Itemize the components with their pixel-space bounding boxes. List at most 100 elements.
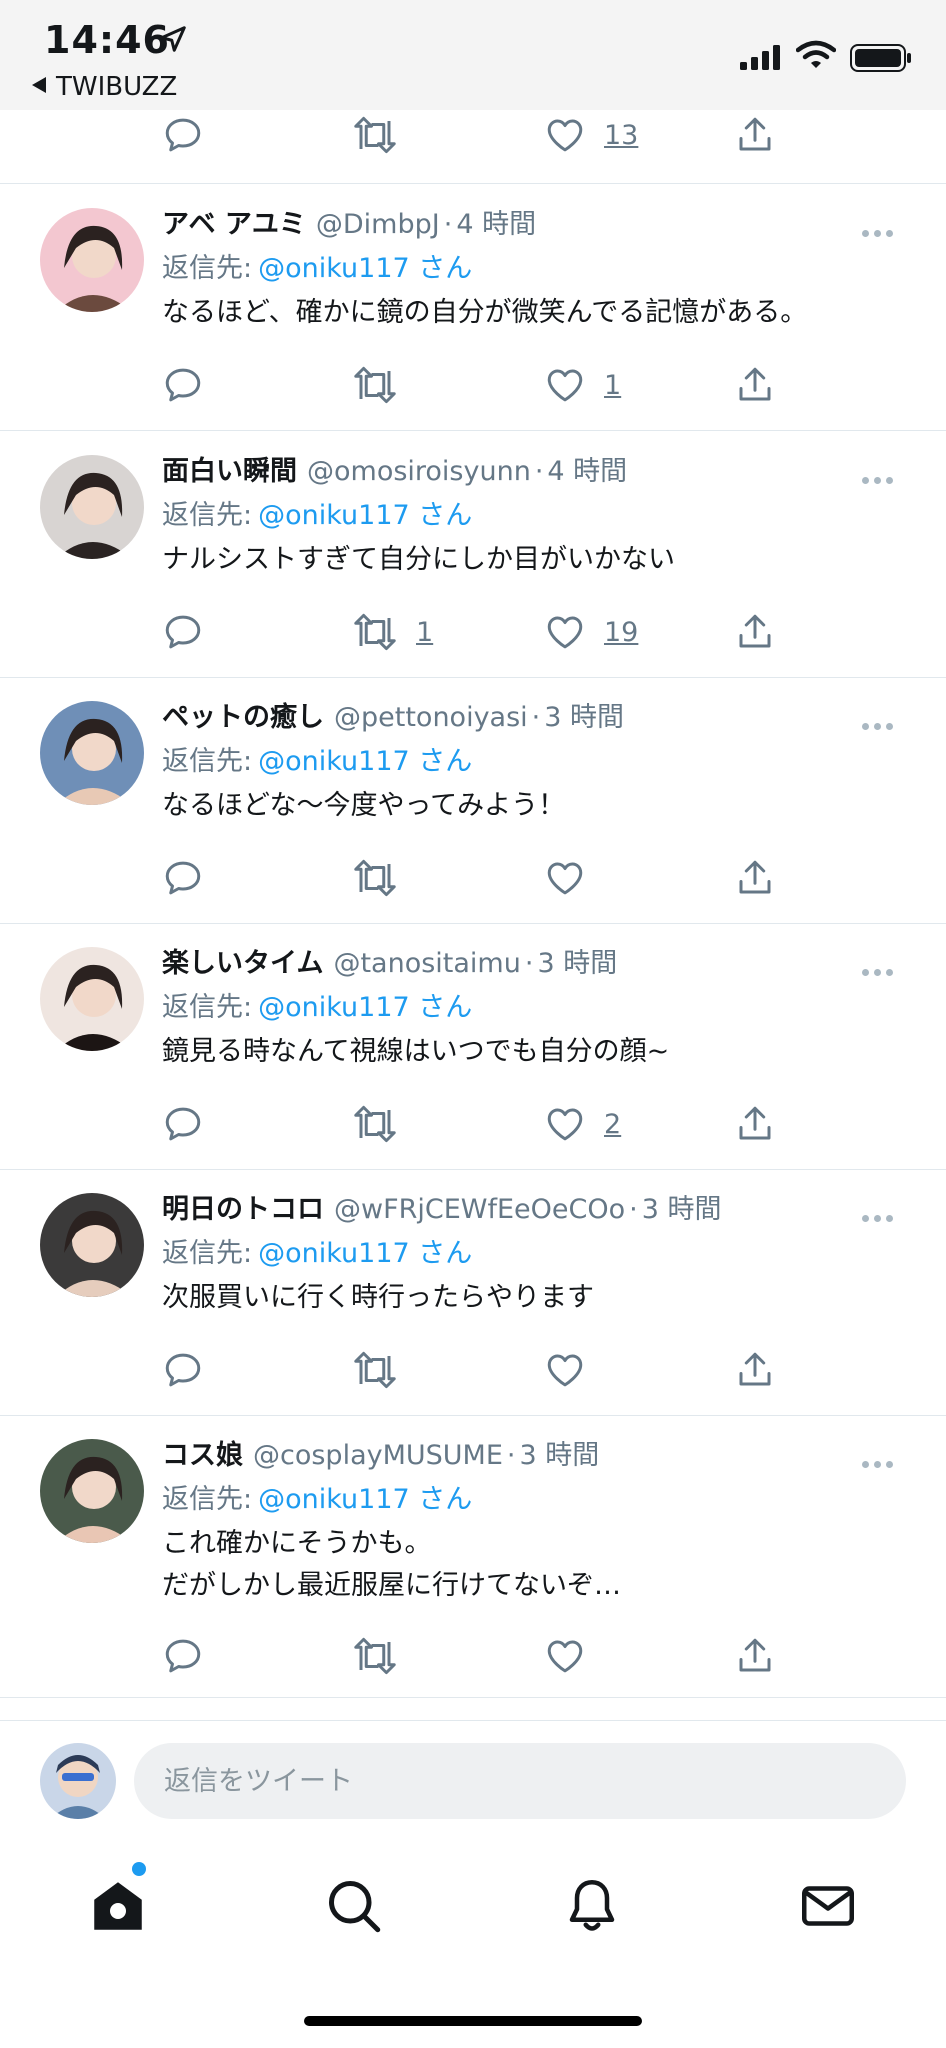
tweet-actions: 2 bbox=[160, 1101, 800, 1151]
like-count[interactable]: 13 bbox=[604, 120, 638, 151]
like-button[interactable]: 19 bbox=[544, 609, 638, 655]
user-handle[interactable]: @cosplayMUSUME bbox=[253, 1440, 503, 1471]
share-button[interactable] bbox=[734, 1347, 776, 1393]
tab-search[interactable] bbox=[324, 1876, 384, 1936]
reply-icon bbox=[165, 1639, 201, 1673]
home-indicator[interactable] bbox=[304, 2016, 642, 2026]
retweet-button[interactable] bbox=[352, 1101, 416, 1147]
reply-button[interactable] bbox=[162, 1101, 204, 1147]
reply-to-mention[interactable]: @oniku117 さん bbox=[258, 992, 472, 1023]
reply-button[interactable] bbox=[162, 855, 204, 901]
reply-button[interactable] bbox=[162, 112, 204, 158]
heart-icon bbox=[547, 862, 583, 895]
retweet-button[interactable] bbox=[352, 1633, 416, 1679]
reply-icon bbox=[165, 368, 201, 402]
share-button[interactable] bbox=[734, 1633, 776, 1679]
reply-to-line: 返信先: @oniku117 さん bbox=[162, 1477, 472, 1516]
back-app-label: TWIBUZZ bbox=[56, 72, 178, 102]
retweet-button[interactable] bbox=[352, 855, 416, 901]
more-options-icon[interactable] bbox=[862, 469, 902, 484]
reply-to-label: 返信先: bbox=[162, 500, 253, 531]
reply-to-mention[interactable]: @oniku117 さん bbox=[258, 253, 472, 284]
back-to-app-button[interactable]: TWIBUZZ bbox=[32, 72, 177, 102]
like-button[interactable]: 1 bbox=[544, 362, 621, 408]
tweet-text: なるほど、確かに鏡の自分が微笑んでる記憶がある。 bbox=[162, 297, 808, 328]
tweet[interactable]: コス娘 @cosplayMUSUME · 3 時間 返信先: @oniku117 さん … bbox=[0, 1415, 946, 1698]
retweet-count[interactable]: 1 bbox=[416, 617, 433, 648]
reply-to-line: 返信先: @oniku117 さん bbox=[162, 985, 472, 1024]
like-button[interactable] bbox=[544, 1347, 604, 1393]
reply-to-line: 返信先: @oniku117 さん bbox=[162, 246, 472, 285]
tweet[interactable]: 面白い瞬間 @omosiroisyunn · 4 時間 返信先: @oniku117 さ… bbox=[0, 431, 946, 678]
avatar[interactable] bbox=[40, 455, 144, 559]
retweet-button[interactable] bbox=[352, 362, 416, 408]
reply-to-mention[interactable]: @oniku117 さん bbox=[258, 1238, 472, 1269]
avatar[interactable] bbox=[40, 1439, 144, 1543]
reply-icon bbox=[165, 1107, 201, 1141]
user-handle[interactable]: @DimbpJ bbox=[316, 209, 440, 240]
reply-to-mention[interactable]: @oniku117 さん bbox=[258, 500, 472, 531]
retweet-button[interactable] bbox=[352, 1347, 416, 1393]
avatar[interactable] bbox=[40, 1193, 144, 1297]
reply-button[interactable] bbox=[162, 1347, 204, 1393]
more-options-icon[interactable] bbox=[862, 222, 902, 237]
more-options-icon[interactable] bbox=[862, 715, 902, 730]
avatar[interactable] bbox=[40, 208, 144, 312]
user-handle[interactable]: @wFRjCEWfEeOeCOo bbox=[334, 1194, 625, 1225]
display-name[interactable]: アベ アユミ bbox=[162, 209, 306, 240]
like-count[interactable]: 2 bbox=[604, 1109, 621, 1140]
retweet-button[interactable]: 1 bbox=[352, 609, 433, 655]
share-button[interactable] bbox=[734, 609, 776, 655]
retweet-button[interactable] bbox=[352, 112, 398, 158]
share-button[interactable] bbox=[734, 362, 776, 408]
user-handle[interactable]: @omosiroisyunn bbox=[307, 456, 531, 487]
like-button[interactable] bbox=[544, 855, 604, 901]
tweet[interactable]: アベ アユミ @DimbpJ · 4 時間 返信先: @oniku117 さん なるほど… bbox=[0, 184, 946, 431]
more-options-icon[interactable] bbox=[862, 961, 902, 976]
user-handle[interactable]: @tanositaimu bbox=[333, 948, 520, 979]
display-name[interactable]: 面白い瞬間 bbox=[162, 456, 297, 487]
avatar[interactable] bbox=[40, 701, 144, 805]
tweet-text: 次服買いに行く時行ったらやります bbox=[162, 1282, 594, 1313]
my-avatar[interactable] bbox=[40, 1743, 116, 1819]
avatar-image bbox=[40, 455, 144, 559]
share-button[interactable] bbox=[734, 112, 776, 158]
display-name[interactable]: ペットの癒し bbox=[162, 702, 324, 733]
retweet-icon bbox=[354, 1351, 396, 1389]
tab-notifications[interactable] bbox=[562, 1876, 622, 1936]
share-button[interactable] bbox=[734, 1101, 776, 1147]
reply-to-mention[interactable]: @oniku117 さん bbox=[258, 1484, 472, 1515]
bell-icon bbox=[569, 1880, 615, 1931]
reply-button[interactable] bbox=[162, 1633, 204, 1679]
tab-messages[interactable] bbox=[798, 1876, 858, 1936]
display-name[interactable]: 楽しいタイム bbox=[162, 948, 323, 979]
reply-button[interactable] bbox=[162, 609, 204, 655]
like-button[interactable]: 2 bbox=[544, 1101, 621, 1147]
reply-button[interactable] bbox=[162, 362, 204, 408]
heart-icon bbox=[547, 369, 583, 402]
user-handle[interactable]: @pettonoiyasi bbox=[334, 702, 528, 733]
reply-icon bbox=[165, 1353, 201, 1387]
like-count[interactable]: 19 bbox=[604, 617, 638, 648]
tweet[interactable]: 明日のトコロ @wFRjCEWfEeOeCOo · 3 時間 返信先: @oniku11… bbox=[0, 1169, 946, 1416]
reply-to-label: 返信先: bbox=[162, 1238, 253, 1269]
tweet-header: アベ アユミ @DimbpJ · 4 時間 bbox=[162, 202, 536, 241]
display-name[interactable]: コス娘 bbox=[162, 1440, 243, 1471]
like-button[interactable] bbox=[544, 1633, 604, 1679]
avatar[interactable] bbox=[40, 947, 144, 1051]
display-name[interactable]: 明日のトコロ bbox=[162, 1194, 324, 1225]
reply-to-label: 返信先: bbox=[162, 253, 253, 284]
reply-to-label: 返信先: bbox=[162, 992, 253, 1023]
more-options-icon[interactable] bbox=[862, 1207, 902, 1222]
like-button[interactable]: 13 bbox=[544, 112, 638, 158]
tweet[interactable]: ペットの癒し @pettonoiyasi · 3 時間 返信先: @oniku117 さ… bbox=[0, 677, 946, 924]
like-count[interactable]: 1 bbox=[604, 370, 621, 401]
previous-tweet-actions: 13 bbox=[0, 110, 946, 184]
share-button[interactable] bbox=[734, 855, 776, 901]
tweet[interactable]: 楽しいタイム @tanositaimu · 3 時間 返信先: @oniku117 さん… bbox=[0, 923, 946, 1170]
reply-to-mention[interactable]: @oniku117 さん bbox=[258, 746, 472, 777]
more-options-icon[interactable] bbox=[862, 1453, 902, 1468]
tab-home[interactable] bbox=[88, 1876, 148, 1936]
retweet-icon bbox=[354, 116, 396, 154]
reply-tweet-input[interactable] bbox=[134, 1743, 906, 1819]
